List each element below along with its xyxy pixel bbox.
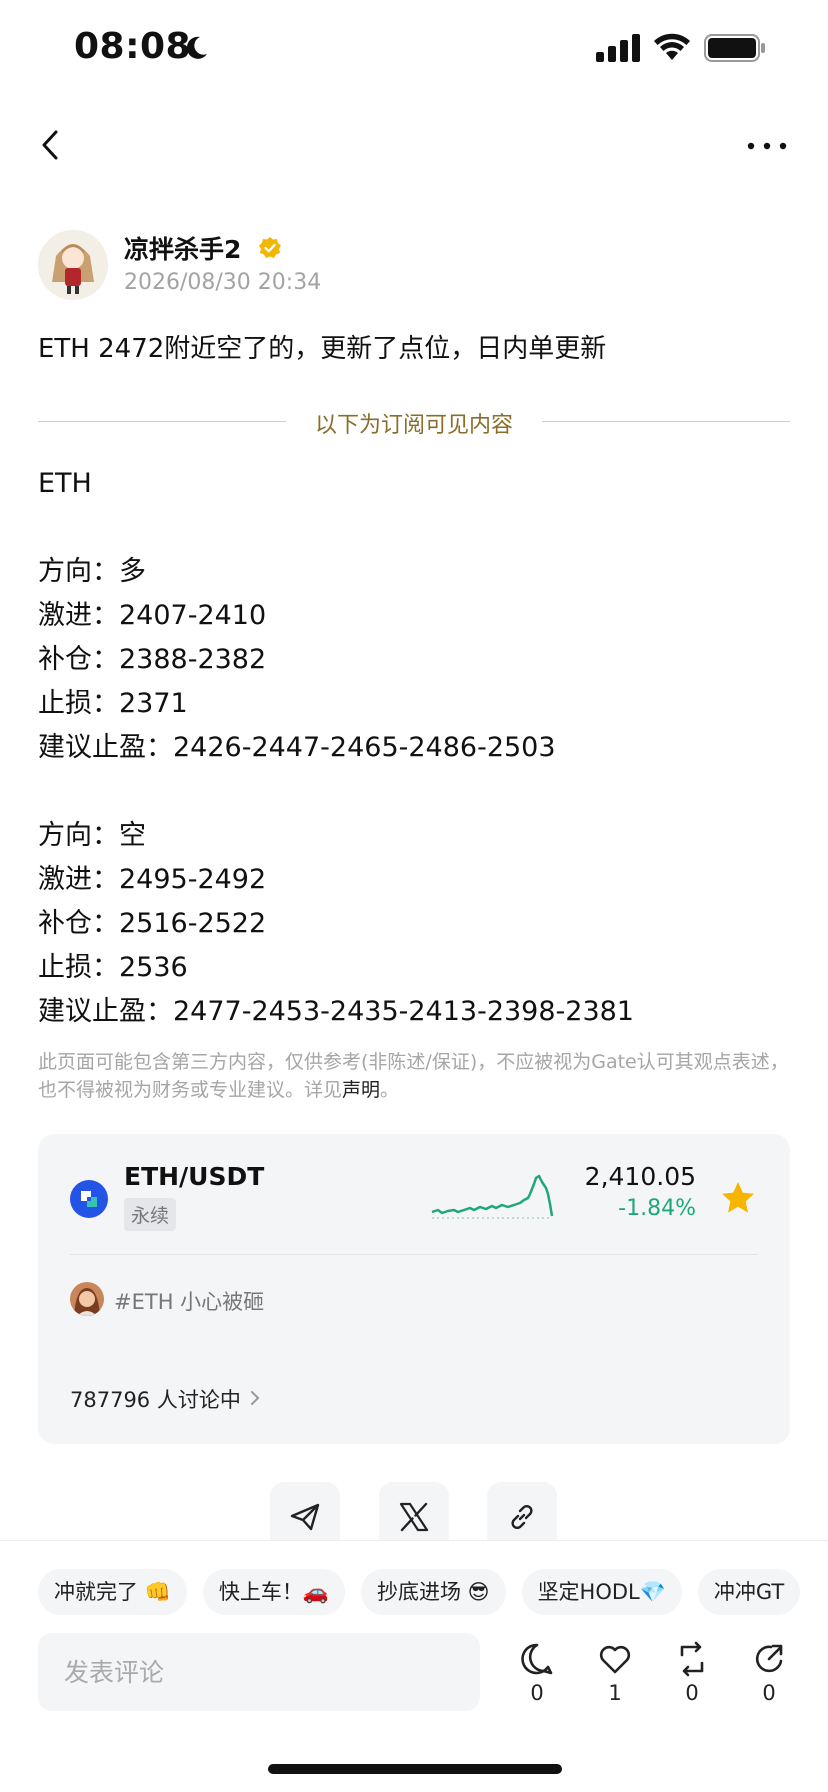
- repost-count: 0: [685, 1681, 699, 1705]
- content-line: 建议止盈：2426-2447-2465-2486-2503: [38, 732, 556, 763]
- chevron-right-icon: [251, 1391, 259, 1405]
- wifi-icon: [654, 33, 690, 60]
- subscription-divider: 以下为订阅可见内容: [38, 404, 790, 438]
- disclaimer-text: 此页面可能包含第三方内容，仅供参考(非陈述/保证)，不应被视为Gate认可其观点…: [38, 1051, 789, 1101]
- telegram-icon: [290, 1503, 320, 1531]
- heart-icon: [599, 1645, 631, 1674]
- content-line: [38, 770, 634, 814]
- content-line: 补仓：2516-2522: [38, 908, 267, 939]
- quick-reply-chips: 冲就完了 👊 快上车！🚗 抄底进场 😎 坚定HODL💎 冲冲GT: [38, 1569, 828, 1615]
- quick-reply-chip[interactable]: 抄底进场 😎: [360, 1569, 506, 1615]
- share-icon: [755, 1644, 783, 1673]
- disclaimer-link[interactable]: 声明: [342, 1079, 380, 1101]
- battery-icon: [704, 34, 765, 62]
- bottom-comment-bar: 冲就完了 👊 快上车！🚗 抄底进场 😎 坚定HODL💎 冲冲GT 0 1 0: [0, 1540, 828, 1792]
- share-action[interactable]: 0: [744, 1641, 794, 1705]
- quick-reply-chip[interactable]: 冲就完了 👊: [38, 1569, 187, 1615]
- more-options-button[interactable]: [744, 128, 790, 164]
- like-action[interactable]: 1: [590, 1641, 640, 1705]
- pair-price: 2,410.05: [584, 1162, 696, 1191]
- comment-action[interactable]: 0: [512, 1641, 562, 1705]
- x-icon: [399, 1502, 429, 1532]
- content-line: [38, 506, 634, 550]
- cellular-signal-icon: [596, 34, 640, 62]
- quick-reply-chip[interactable]: 快上车！🚗: [202, 1569, 345, 1615]
- content-line: 方向：多: [38, 556, 146, 587]
- verified-badge-icon: [259, 237, 281, 258]
- quick-reply-chip[interactable]: 坚定HODL💎: [521, 1569, 682, 1615]
- quick-reply-chip[interactable]: 冲冲GT: [697, 1569, 801, 1615]
- star-icon[interactable]: [720, 1180, 756, 1216]
- disclaimer: 此页面可能包含第三方内容，仅供参考(非陈述/保证)，不应被视为Gate认可其观点…: [38, 1048, 790, 1104]
- moon-icon: [186, 36, 207, 59]
- content-line: 激进：2407-2410: [38, 600, 267, 631]
- status-bar: 08:08: [0, 0, 828, 100]
- content-line: ETH: [38, 468, 92, 499]
- contract-type-tag: 永续: [124, 1198, 177, 1231]
- content-line: 止损：2371: [38, 688, 188, 719]
- author-name[interactable]: 凉拌杀手2: [124, 230, 241, 266]
- repost-action[interactable]: 0: [667, 1641, 717, 1705]
- back-button[interactable]: [34, 124, 70, 166]
- disclaimer-end: 。: [380, 1079, 400, 1101]
- market-card[interactable]: ETH/USDT 永续 2,410.05 -1.84% #ETH 小心被砸 78…: [38, 1134, 790, 1444]
- post-detail-page: 08:08 凉拌杀手2 2026/08/30 20:34 ETH 2472附近空…: [0, 0, 828, 1792]
- share-count: 0: [762, 1681, 776, 1705]
- discussion-count[interactable]: 787796 人讨论中: [70, 1384, 241, 1414]
- post-content: ETH 方向：多 激进：2407-2410 补仓：2388-2382 止损：23…: [38, 462, 634, 1034]
- content-line: 方向：空: [38, 820, 146, 851]
- comment-icon: [521, 1643, 553, 1675]
- topic-avatar: [70, 1282, 104, 1316]
- comment-count: 0: [530, 1681, 544, 1705]
- content-line: 激进：2495-2492: [38, 864, 267, 895]
- content-line: 补仓：2388-2382: [38, 644, 267, 675]
- gate-coin-icon: [70, 1180, 108, 1218]
- user-avatar-image: [70, 1282, 104, 1316]
- subscription-divider-label: 以下为订阅可见内容: [314, 413, 513, 438]
- card-divider: [70, 1254, 758, 1255]
- content-line: 建议止盈：2477-2453-2435-2413-2398-2381: [38, 996, 634, 1027]
- link-icon: [511, 1504, 533, 1530]
- author-avatar[interactable]: [38, 230, 108, 300]
- pair-name: ETH/USDT: [124, 1162, 265, 1191]
- status-time: 08:08: [74, 26, 192, 67]
- post-timestamp: 2026/08/30 20:34: [124, 270, 322, 295]
- comment-input[interactable]: [38, 1633, 480, 1711]
- content-line: 止损：2536: [38, 952, 188, 983]
- like-count: 1: [608, 1681, 622, 1705]
- home-indicator: [268, 1764, 562, 1774]
- topic-tag[interactable]: #ETH 小心被砸: [114, 1286, 264, 1316]
- anime-avatar-image: [38, 230, 108, 300]
- divider-line-right: [542, 421, 790, 422]
- price-sparkline: [431, 1174, 554, 1219]
- repost-icon: [680, 1641, 704, 1677]
- post-title: ETH 2472附近空了的，更新了点位，日内单更新: [38, 334, 607, 364]
- pair-change: -1.84%: [618, 1196, 696, 1221]
